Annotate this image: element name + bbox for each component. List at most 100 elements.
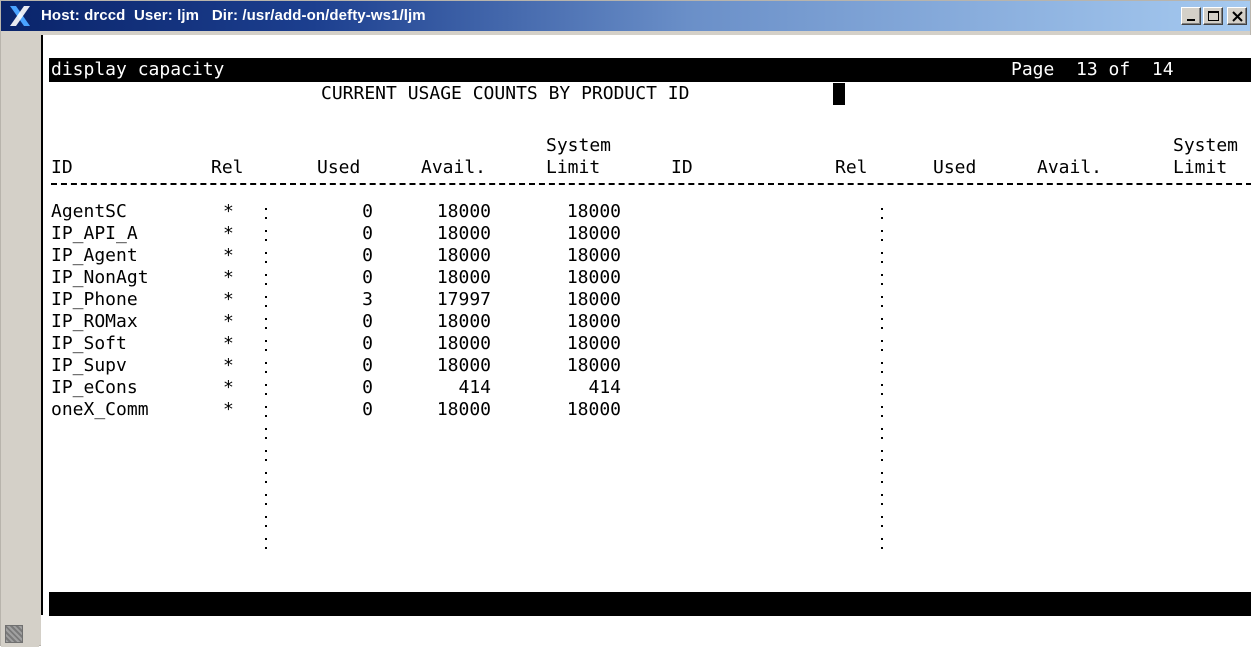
- separator-right: [881, 230, 883, 232]
- separator-right: [881, 239, 883, 241]
- separator-left: [265, 547, 267, 549]
- minimize-button[interactable]: [1181, 7, 1201, 25]
- row-used: 0: [362, 267, 373, 288]
- separator-left: [265, 472, 267, 474]
- separator-left: [265, 362, 267, 364]
- row-rel: *: [223, 245, 234, 266]
- status-bar-bottom: [49, 592, 1251, 616]
- separator-right: [881, 393, 883, 395]
- separator-right: [881, 547, 883, 549]
- separator-right: [881, 525, 883, 527]
- header-id-right: ID: [671, 157, 693, 178]
- row-limit: 18000: [566, 399, 621, 420]
- close-button[interactable]: [1227, 7, 1247, 25]
- row-id: IP_ROMax: [51, 311, 138, 332]
- separator-right: [881, 538, 883, 540]
- terminal-screen[interactable]: display capacity Page 13 of 14 CURRENT U…: [41, 35, 1251, 616]
- window-title: Host: drccd User: ljm Dir: /usr/add-on/d…: [41, 7, 426, 24]
- header-used-right: Used: [933, 157, 977, 178]
- row-avail: 18000: [436, 333, 491, 354]
- command-line: display capacity: [51, 59, 229, 81]
- row-id: IP_Phone: [51, 289, 138, 310]
- separator-right: [881, 472, 883, 474]
- separator-right: [881, 340, 883, 342]
- row-rel: *: [223, 201, 234, 222]
- separator-right: [881, 252, 883, 254]
- separator-right: [881, 503, 883, 505]
- separator-right: [881, 362, 883, 364]
- resize-grip-icon[interactable]: [5, 625, 23, 643]
- row-limit: 18000: [566, 311, 621, 332]
- separator-left: [265, 208, 267, 210]
- header-rel-left: Rel: [211, 157, 244, 178]
- row-id: IP_Soft: [51, 333, 127, 354]
- separator-right: [881, 516, 883, 518]
- header-rel-right: Rel: [835, 157, 868, 178]
- row-id: IP_NonAgt: [51, 267, 149, 288]
- separator-right: [881, 371, 883, 373]
- maximize-button[interactable]: [1203, 7, 1223, 25]
- row-avail: 17997: [436, 289, 491, 310]
- separator-left: [265, 349, 267, 351]
- row-used: 0: [362, 355, 373, 376]
- row-limit: 18000: [566, 355, 621, 376]
- separator-left: [265, 450, 267, 452]
- row-used: 3: [362, 289, 373, 310]
- row-id: AgentSC: [51, 201, 127, 222]
- row-avail: 18000: [436, 201, 491, 222]
- row-limit: 18000: [566, 333, 621, 354]
- separator-right: [881, 428, 883, 430]
- separator-right: [881, 415, 883, 417]
- header-separator: [51, 183, 1251, 185]
- separator-left: [265, 261, 267, 263]
- text-cursor: [833, 83, 845, 105]
- left-gutter: [1, 35, 39, 647]
- separator-left: [265, 327, 267, 329]
- separator-right: [881, 261, 883, 263]
- separator-left: [265, 516, 267, 518]
- row-rel: *: [223, 399, 234, 420]
- report-title: CURRENT USAGE COUNTS BY PRODUCT ID: [321, 83, 690, 104]
- row-rel: *: [223, 333, 234, 354]
- row-used: 0: [362, 201, 373, 222]
- separator-right: [881, 450, 883, 452]
- separator-left: [265, 283, 267, 285]
- row-used: 0: [362, 311, 373, 332]
- separator-left: [265, 252, 267, 254]
- separator-left: [265, 318, 267, 320]
- maximize-icon: [1208, 11, 1219, 21]
- row-rel: *: [223, 377, 234, 398]
- separator-right: [881, 283, 883, 285]
- page-indicator: Page 13 of 14: [1011, 59, 1174, 80]
- separator-left: [265, 217, 267, 219]
- row-limit: 18000: [566, 289, 621, 310]
- row-rel: *: [223, 311, 234, 332]
- row-used: 0: [362, 377, 373, 398]
- row-rel: *: [223, 355, 234, 376]
- header-used-left: Used: [317, 157, 361, 178]
- header-avail-right: Avail.: [1037, 157, 1103, 178]
- row-limit: 18000: [566, 245, 621, 266]
- row-used: 0: [362, 245, 373, 266]
- separator-left: [265, 406, 267, 408]
- row-limit: 18000: [566, 267, 621, 288]
- separator-right: [881, 481, 883, 483]
- terminal-window: Host: drccd User: ljm Dir: /usr/add-on/d…: [0, 0, 1251, 647]
- title-bar[interactable]: Host: drccd User: ljm Dir: /usr/add-on/d…: [1, 1, 1250, 31]
- minimize-icon: [1187, 19, 1195, 21]
- separator-left: [265, 340, 267, 342]
- row-limit: 414: [588, 377, 621, 398]
- separator-left: [265, 437, 267, 439]
- row-id: IP_eCons: [51, 377, 138, 398]
- row-rel: *: [223, 223, 234, 244]
- row-avail: 18000: [436, 311, 491, 332]
- separator-left: [265, 274, 267, 276]
- separator-right: [881, 318, 883, 320]
- header-avail-left: Avail.: [421, 157, 487, 178]
- separator-left: [265, 481, 267, 483]
- row-avail: 18000: [436, 399, 491, 420]
- separator-left: [265, 525, 267, 527]
- separator-right: [881, 274, 883, 276]
- row-id: IP_Supv: [51, 355, 127, 376]
- separator-left: [265, 538, 267, 540]
